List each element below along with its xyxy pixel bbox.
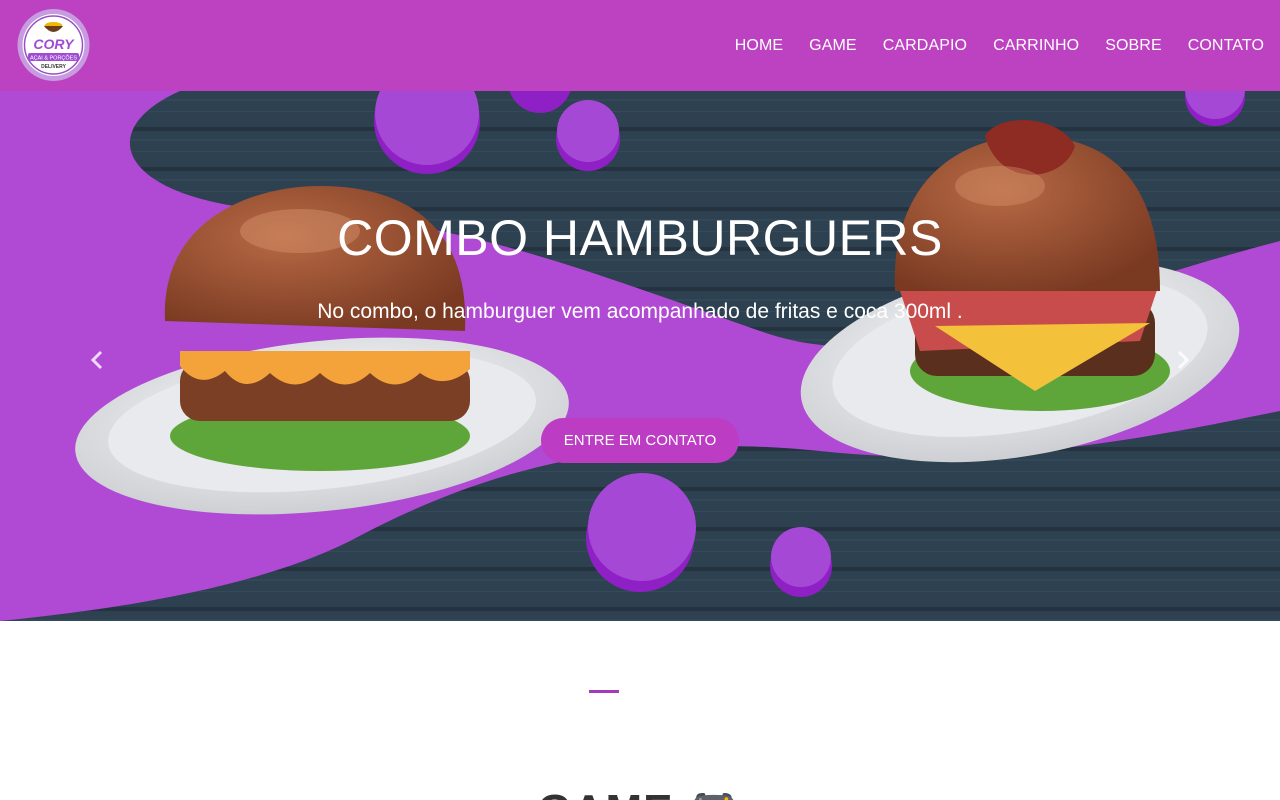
nav-sobre[interactable]: SOBRE xyxy=(1105,37,1162,55)
logo-tagline: AÇAI & PORÇÕES xyxy=(30,55,77,62)
chevron-left-icon xyxy=(90,346,104,377)
logo-sub: DELIVERY xyxy=(41,64,66,70)
contact-button[interactable]: ENTRE EM CONTATO xyxy=(541,418,739,463)
nav-home[interactable]: HOME xyxy=(735,37,783,55)
navbar: CORY AÇAI & PORÇÕES DELIVERY HOME GAME C… xyxy=(0,0,1280,91)
hero-title: COMBO HAMBURGUERS xyxy=(337,210,943,266)
carousel-next-button[interactable] xyxy=(1168,346,1198,376)
hero-carousel: COMBO HAMBURGUERS No combo, o hamburguer… xyxy=(0,91,1280,621)
hero-background xyxy=(0,91,1280,621)
nav-game[interactable]: GAME xyxy=(809,37,857,55)
section-title: GAME 🎮 xyxy=(0,784,1280,800)
hero-subtitle: No combo, o hamburguer vem acompanhado d… xyxy=(317,300,963,323)
nav-contato[interactable]: CONTATO xyxy=(1188,37,1264,55)
main-nav: HOME GAME CARDAPIO CARRINHO SOBRE CONTAT… xyxy=(709,0,1264,91)
carousel-prev-button[interactable] xyxy=(82,346,112,376)
section-divider xyxy=(589,690,619,693)
nav-carrinho[interactable]: CARRINHO xyxy=(993,37,1079,55)
brand-logo[interactable]: CORY AÇAI & PORÇÕES DELIVERY xyxy=(15,8,92,82)
nav-cardapio[interactable]: CARDAPIO xyxy=(883,37,967,55)
logo-name: CORY xyxy=(33,36,75,52)
chevron-right-icon xyxy=(1176,346,1190,377)
